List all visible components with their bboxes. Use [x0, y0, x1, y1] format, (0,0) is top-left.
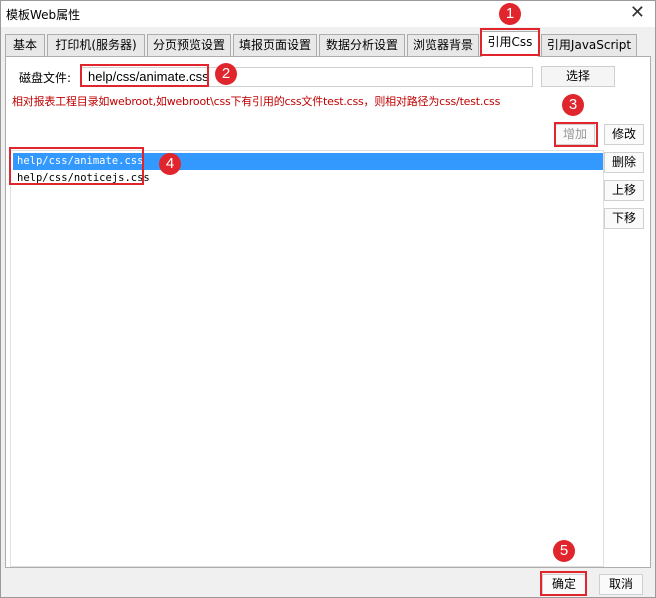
- tab-printer-server[interactable]: 打印机(服务器): [47, 34, 145, 56]
- dialog-title: 模板Web属性: [6, 8, 81, 22]
- close-icon[interactable]: ✕: [630, 3, 645, 23]
- annotation-badge-2: 2: [215, 63, 237, 85]
- dialog-window: 模板Web属性 ✕ 基本 打印机(服务器) 分页预览设置 填报页面设置 数据分析…: [0, 0, 656, 598]
- css-file-list[interactable]: help/css/animate.css help/css/noticejs.c…: [10, 150, 604, 567]
- tab-page-preview[interactable]: 分页预览设置: [147, 34, 231, 56]
- file-label: 磁盘文件:: [19, 71, 72, 85]
- annotation-badge-4: 4: [159, 153, 181, 175]
- ok-button[interactable]: 确定: [542, 574, 586, 595]
- tab-reference-css[interactable]: 引用Css: [481, 31, 539, 57]
- annotation-badge-3: 3: [562, 94, 584, 116]
- cancel-button[interactable]: 取消: [599, 574, 643, 595]
- tab-basic[interactable]: 基本: [5, 34, 45, 56]
- tab-browser-background[interactable]: 浏览器背景: [407, 34, 479, 56]
- list-item[interactable]: help/css/noticejs.css: [13, 170, 603, 187]
- path-hint: 相对报表工程目录如webroot,如webroot\css下有引用的css文件t…: [12, 95, 501, 108]
- tab-fill-page[interactable]: 填报页面设置: [233, 34, 317, 56]
- list-item[interactable]: help/css/animate.css: [13, 153, 603, 170]
- move-up-button[interactable]: 上移: [604, 180, 644, 201]
- annotation-badge-5: 5: [553, 540, 575, 562]
- title-bar: 模板Web属性 ✕: [1, 1, 655, 27]
- tab-bar: 基本 打印机(服务器) 分页预览设置 填报页面设置 数据分析设置 浏览器背景 引…: [5, 31, 651, 57]
- browse-button[interactable]: 选择: [541, 66, 615, 87]
- move-down-button[interactable]: 下移: [604, 208, 644, 229]
- file-path-input[interactable]: help/css/animate.css: [81, 67, 533, 87]
- add-button-main[interactable]: 增加: [555, 124, 595, 145]
- edit-button[interactable]: 修改: [604, 124, 644, 145]
- annotation-badge-1: 1: [499, 3, 521, 25]
- tab-data-analysis[interactable]: 数据分析设置: [319, 34, 405, 56]
- delete-button[interactable]: 删除: [604, 152, 644, 173]
- tab-reference-javascript[interactable]: 引用JavaScript: [541, 34, 637, 56]
